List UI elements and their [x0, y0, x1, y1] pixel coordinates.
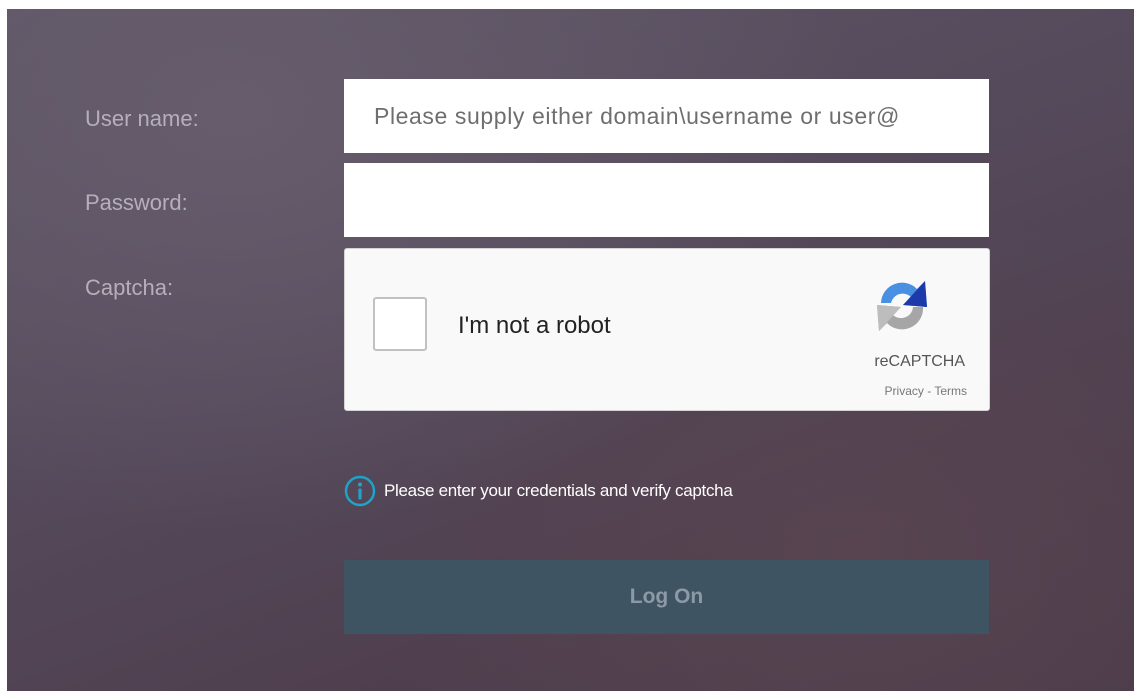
info-icon [344, 475, 376, 507]
privacy-link[interactable]: Privacy [885, 384, 924, 398]
recaptcha-logo-icon [877, 281, 927, 331]
password-input[interactable] [344, 163, 989, 237]
link-separator: - [923, 384, 935, 398]
info-message: Please enter your credentials and verify… [384, 481, 733, 500]
password-label: Password: [85, 190, 188, 215]
username-input[interactable] [344, 79, 989, 153]
info-message-row: Please enter your credentials and verify… [344, 475, 733, 507]
recaptcha-widget: I'm not a robot reCAPTCHA Privacy - Term… [344, 248, 990, 411]
recaptcha-links: Privacy - Terms [885, 384, 967, 398]
terms-link[interactable]: Terms [934, 384, 967, 398]
username-label: User name: [85, 106, 199, 131]
log-on-button[interactable]: Log On [344, 560, 989, 634]
recaptcha-checkbox[interactable] [373, 297, 427, 351]
captcha-label: Captcha: [85, 275, 174, 300]
recaptcha-checkbox-label: I'm not a robot [458, 312, 611, 339]
recaptcha-brand-text: reCAPTCHA [874, 353, 965, 370]
login-panel: User name: Password: Captcha: I'm not a … [7, 9, 1134, 691]
